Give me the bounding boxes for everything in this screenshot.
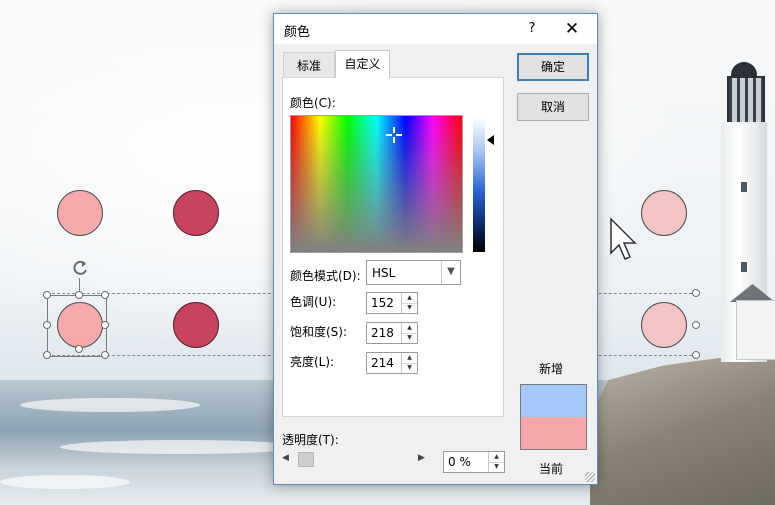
luminance-stepper[interactable]: 214 ▲ ▼: [366, 352, 418, 374]
color-mode-select[interactable]: HSL ▼: [366, 260, 461, 285]
color-mode-value: HSL: [372, 266, 396, 280]
new-color-swatch: [521, 385, 586, 417]
slider-right-arrow-icon[interactable]: ▶: [418, 453, 425, 463]
circle-shape-pink[interactable]: [57, 190, 103, 236]
circle-shape-pale[interactable]: [641, 302, 687, 348]
dialog-titlebar[interactable]: 颜色 ? ✕: [274, 14, 597, 44]
resize-handle[interactable]: [692, 351, 700, 359]
cancel-button[interactable]: 取消: [517, 93, 589, 121]
resize-handle[interactable]: [75, 345, 83, 353]
luminance-label: 亮度(L):: [290, 355, 335, 369]
resize-handle[interactable]: [75, 291, 83, 299]
resize-grip[interactable]: [585, 472, 595, 482]
help-button[interactable]: ?: [520, 18, 544, 40]
colors-label: 颜色(C):: [290, 96, 336, 110]
transparency-slider[interactable]: ◀ ▶: [282, 450, 430, 470]
color-spectrum[interactable]: [290, 115, 463, 253]
resize-handle[interactable]: [101, 321, 109, 329]
resize-handle[interactable]: [43, 321, 51, 329]
transparency-stepper[interactable]: 0 % ▲ ▼: [443, 451, 505, 473]
circle-shape-pale[interactable]: [641, 190, 687, 236]
spin-down-icon[interactable]: ▼: [402, 363, 417, 373]
crosshair-icon[interactable]: [386, 127, 402, 143]
spin-down-icon[interactable]: ▼: [402, 303, 417, 313]
tab-standard[interactable]: 标准: [283, 52, 335, 78]
transparency-slider-thumb[interactable]: [298, 452, 314, 467]
saturation-value[interactable]: 218: [371, 326, 394, 340]
rotate-handle-icon[interactable]: [70, 258, 90, 278]
resize-handle[interactable]: [43, 291, 51, 299]
cliff-image: [590, 358, 775, 505]
resize-handle[interactable]: [43, 351, 51, 359]
current-color-swatch: [521, 417, 586, 449]
wave-decoration: [0, 475, 130, 489]
circle-shape-red[interactable]: [173, 302, 219, 348]
wave-decoration: [60, 440, 300, 454]
spin-down-icon[interactable]: ▼: [402, 333, 417, 343]
color-mode-label: 颜色模式(D):: [290, 269, 361, 283]
luminance-pointer-icon[interactable]: [487, 135, 494, 145]
hue-value[interactable]: 152: [371, 296, 394, 310]
tab-custom[interactable]: 自定义: [335, 50, 390, 78]
resize-handle[interactable]: [692, 321, 700, 329]
current-color-label: 当前: [539, 462, 564, 476]
chevron-down-icon[interactable]: ▼: [441, 261, 460, 284]
hue-label: 色调(U):: [290, 295, 337, 309]
ok-button[interactable]: 确定: [517, 53, 589, 81]
circle-shape-red[interactable]: [173, 190, 219, 236]
dialog-title: 颜色: [284, 25, 311, 40]
luminance-slider[interactable]: [473, 117, 485, 252]
wave-decoration: [20, 398, 200, 412]
color-dialog: 颜色 ? ✕ 标准 自定义 颜色(C): 颜色模式(D): HSL ▼ 色调(U…: [273, 13, 598, 485]
transparency-value[interactable]: 0 %: [448, 455, 471, 469]
transparency-label: 透明度(T):: [282, 433, 339, 447]
resize-handle[interactable]: [101, 351, 109, 359]
saturation-stepper[interactable]: 218 ▲ ▼: [366, 322, 418, 344]
slider-left-arrow-icon[interactable]: ◀: [282, 453, 289, 463]
hue-stepper[interactable]: 152 ▲ ▼: [366, 292, 418, 314]
new-color-label: 新增: [539, 362, 564, 376]
saturation-label: 饱和度(S):: [290, 325, 348, 339]
mouse-pointer-icon: [610, 217, 637, 260]
resize-handle[interactable]: [692, 289, 700, 297]
house-image: [736, 300, 775, 360]
color-preview-swatch: [520, 384, 587, 450]
luminance-value[interactable]: 214: [371, 356, 394, 370]
spin-down-icon[interactable]: ▼: [489, 462, 504, 472]
close-button[interactable]: ✕: [558, 18, 586, 40]
resize-handle[interactable]: [101, 291, 109, 299]
